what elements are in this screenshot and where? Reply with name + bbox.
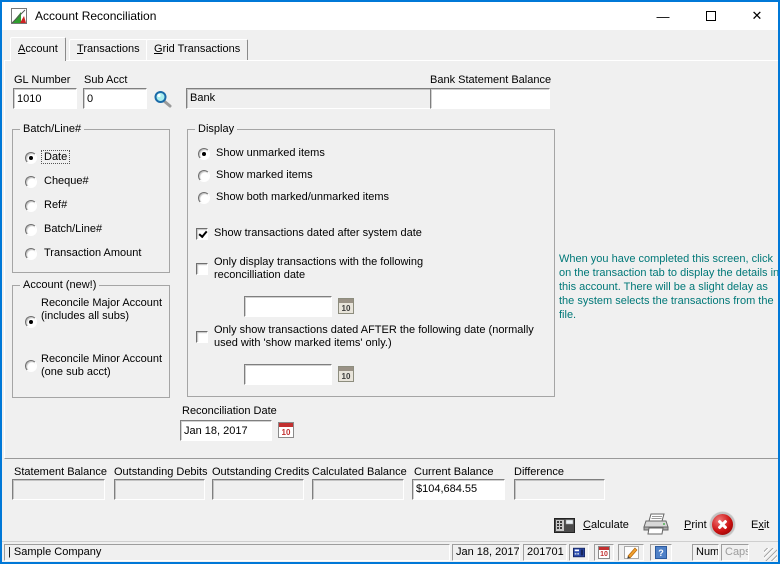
calendar-icon[interactable]: 10 — [338, 298, 354, 314]
batch-line-group-title: Batch/Line# — [20, 123, 84, 135]
calculator-icon — [573, 547, 585, 558]
status-caps-lock: Caps — [721, 544, 749, 561]
outstanding-debits-label: Outstanding Debits — [114, 466, 208, 478]
help-icon: ? — [655, 546, 667, 559]
status-bar: | Sample Company Jan 18, 2017 201701 10 … — [2, 541, 778, 562]
radio-reconcile-minor[interactable] — [25, 360, 37, 372]
pencil-note-icon — [624, 546, 639, 559]
checkbox-recon-date-filter-label[interactable]: Only display transactions with the follo… — [214, 256, 476, 282]
close-icon: ✕ — [752, 8, 763, 24]
display-group: Display Show unmarked items Show marked … — [187, 129, 555, 397]
radio-reconcile-minor-label[interactable]: Reconcile Minor Account (one sub acct) — [41, 353, 169, 379]
maximize-icon — [706, 11, 716, 21]
exit-button[interactable]: Exit — [710, 512, 769, 537]
status-calendar-button[interactable]: 10 — [594, 544, 614, 561]
tab-account[interactable]: Account — [10, 37, 66, 61]
display-group-title: Display — [195, 123, 237, 135]
batch-line-group: Batch/Line# Date Cheque# Ref# Batch/Line… — [12, 129, 170, 273]
gl-number-input[interactable] — [13, 88, 77, 109]
print-button-label: Print — [684, 519, 707, 531]
current-balance-label: Current Balance — [414, 466, 494, 478]
radio-show-marked-label[interactable]: Show marked items — [216, 169, 313, 181]
tab-transactions[interactable]: Transactions — [69, 39, 148, 60]
printer-icon — [642, 513, 670, 536]
outstanding-credits-field — [212, 479, 304, 500]
calendar-icon[interactable]: 10 — [338, 366, 354, 382]
print-button[interactable]: Print — [642, 513, 707, 536]
radio-show-both-label[interactable]: Show both marked/unmarked items — [216, 191, 389, 203]
calculated-balance-label: Calculated Balance — [312, 466, 407, 478]
calculate-button-label: Calculate — [583, 519, 629, 531]
status-num-lock: Num — [692, 544, 719, 561]
statement-balance-label: Statement Balance — [14, 466, 107, 478]
radio-sort-transaction-amount-label[interactable]: Transaction Amount — [44, 247, 141, 259]
statement-balance-field — [12, 479, 105, 500]
sub-acct-input[interactable] — [83, 88, 147, 109]
calendar-icon: 10 — [598, 546, 610, 559]
status-period-panel: 201701 — [523, 544, 567, 561]
checkbox-after-date-filter-label[interactable]: Only show transactions dated AFTER the f… — [214, 324, 544, 350]
calculator-icon — [554, 516, 575, 533]
recon-date-filter-input[interactable] — [244, 296, 332, 317]
window-title: Account Reconciliation — [35, 9, 156, 23]
radio-show-unmarked-label[interactable]: Show unmarked items — [216, 147, 325, 159]
radio-sort-transaction-amount[interactable] — [25, 248, 37, 260]
outstanding-debits-field — [114, 479, 205, 500]
exit-icon — [710, 512, 735, 537]
radio-reconcile-major-label[interactable]: Reconcile Major Account (includes all su… — [41, 297, 163, 323]
status-help-button[interactable]: ? — [650, 544, 672, 561]
resize-grip[interactable] — [764, 548, 777, 561]
calculate-button[interactable]: Calculate — [554, 516, 629, 533]
checkbox-after-system-date[interactable] — [196, 228, 208, 240]
chart-icon — [11, 8, 27, 24]
status-company-panel: | Sample Company — [4, 544, 450, 561]
tab-grid-transactions[interactable]: Grid Transactions — [146, 39, 248, 60]
after-date-filter-input[interactable] — [244, 364, 332, 385]
radio-sort-ref-label[interactable]: Ref# — [44, 199, 67, 211]
radio-sort-batch-line[interactable] — [25, 224, 37, 236]
status-notes-button[interactable] — [618, 544, 644, 561]
account-scope-group-title: Account (new!) — [20, 279, 99, 291]
status-calculator-button[interactable] — [569, 544, 589, 561]
radio-sort-cheque[interactable] — [25, 176, 37, 188]
radio-sort-cheque-label[interactable]: Cheque# — [44, 175, 89, 187]
radio-sort-date[interactable] — [25, 152, 37, 164]
status-date-panel: Jan 18, 2017 — [452, 544, 520, 561]
bank-statement-balance-label: Bank Statement Balance — [430, 74, 551, 86]
account-scope-group: Account (new!) Reconcile Major Account (… — [12, 285, 170, 398]
checkbox-recon-date-filter[interactable] — [196, 263, 208, 275]
close-button[interactable]: ✕ — [734, 2, 780, 30]
current-balance-field: $104,684.55 — [412, 479, 505, 500]
title-bar: Account Reconciliation — ✕ — [2, 2, 778, 30]
radio-show-both[interactable] — [198, 192, 210, 204]
magnifier-icon[interactable] — [153, 90, 172, 109]
calculated-balance-field — [312, 479, 404, 500]
exit-button-label: Exit — [751, 519, 769, 531]
help-text: When you have completed this screen, cli… — [559, 252, 780, 322]
radio-show-unmarked[interactable] — [198, 148, 210, 160]
difference-field — [514, 479, 605, 500]
reconciliation-date-label: Reconciliation Date — [182, 405, 277, 417]
bank-statement-balance-input[interactable] — [430, 88, 550, 109]
checkbox-after-date-filter[interactable] — [196, 331, 208, 343]
radio-show-marked[interactable] — [198, 170, 210, 182]
maximize-button[interactable] — [688, 2, 734, 30]
account-reconciliation-window: Account Reconciliation — ✕ Account Trans… — [0, 0, 780, 564]
outstanding-credits-label: Outstanding Credits — [212, 466, 309, 478]
difference-label: Difference — [514, 466, 564, 478]
checkbox-after-system-date-label[interactable]: Show transactions dated after system dat… — [214, 227, 422, 239]
radio-sort-ref[interactable] — [25, 200, 37, 212]
sub-acct-label: Sub Acct — [84, 74, 127, 86]
gl-number-label: GL Number — [14, 74, 70, 86]
minimize-button[interactable]: — — [640, 2, 686, 30]
minimize-icon: — — [657, 9, 670, 24]
radio-reconcile-major[interactable] — [25, 316, 37, 328]
calendar-icon[interactable]: 10 — [278, 422, 294, 438]
radio-sort-date-label[interactable]: Date — [42, 151, 69, 163]
radio-sort-batch-line-label[interactable]: Batch/Line# — [44, 223, 102, 235]
reconciliation-date-input[interactable] — [180, 420, 272, 441]
